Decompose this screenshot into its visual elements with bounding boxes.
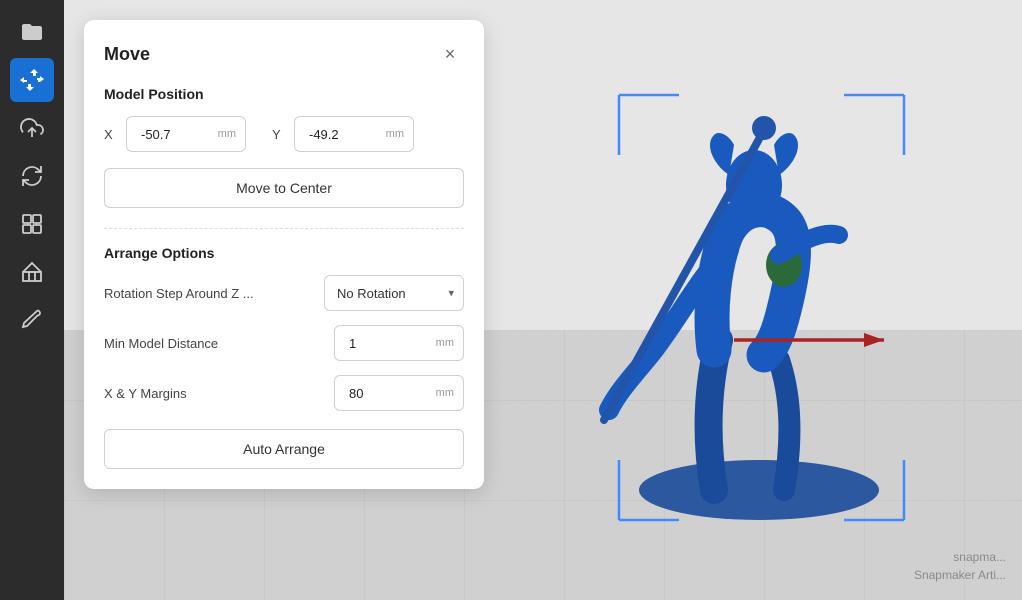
main-content: snapma... Snapmaker Arti... Move × Model… — [64, 0, 1022, 600]
folder-icon — [20, 20, 44, 44]
sidebar-item-house[interactable] — [10, 250, 54, 294]
y-unit: mm — [386, 128, 404, 140]
watermark: snapma... Snapmaker Arti... — [914, 548, 1006, 584]
sidebar-item-move[interactable] — [10, 58, 54, 102]
panel-title: Move — [104, 44, 150, 65]
sidebar-item-folder[interactable] — [10, 10, 54, 54]
position-row: X mm Y mm — [104, 116, 464, 152]
min-distance-label: Min Model Distance — [104, 336, 218, 351]
min-distance-unit: mm — [436, 337, 454, 349]
x-label: X — [104, 127, 116, 142]
house-icon — [20, 260, 44, 284]
panel-header: Move × — [104, 40, 464, 68]
rotation-row: Rotation Step Around Z ... No Rotation 5… — [104, 275, 464, 311]
min-distance-input-wrap: mm — [334, 325, 464, 361]
upload3d-icon — [20, 116, 44, 140]
watermark-line1: snapma... — [914, 548, 1006, 566]
y-input-wrap: mm — [294, 116, 414, 152]
sidebar-item-support[interactable] — [10, 298, 54, 342]
model-position-title: Model Position — [104, 86, 464, 102]
move-to-center-button[interactable]: Move to Center — [104, 168, 464, 208]
move-panel: Move × Model Position X mm Y mm Move to … — [84, 20, 484, 489]
arrange-options-title: Arrange Options — [104, 245, 464, 261]
rotate3d-icon — [20, 164, 44, 188]
sidebar-item-rotate[interactable] — [10, 154, 54, 198]
move-icon — [20, 68, 44, 92]
sidebar-item-upload[interactable] — [10, 106, 54, 150]
watermark-line2: Snapmaker Arti... — [914, 566, 1006, 584]
sidebar-item-slice[interactable] — [10, 202, 54, 246]
xy-margins-label: X & Y Margins — [104, 386, 187, 401]
close-button[interactable]: × — [436, 40, 464, 68]
min-distance-row: Min Model Distance mm — [104, 325, 464, 361]
y-label: Y — [272, 127, 284, 142]
rotation-label: Rotation Step Around Z ... — [104, 286, 254, 301]
x-unit: mm — [218, 128, 236, 140]
divider — [104, 228, 464, 229]
rotation-select-wrap: No Rotation 5° 10° 15° 30° 45° 90° ▾ — [324, 275, 464, 311]
xy-margins-row: X & Y Margins mm — [104, 375, 464, 411]
rotation-select[interactable]: No Rotation 5° 10° 15° 30° 45° 90° — [324, 275, 464, 311]
support-icon — [20, 308, 44, 332]
slice-icon — [20, 212, 44, 236]
x-input-wrap: mm — [126, 116, 246, 152]
auto-arrange-button[interactable]: Auto Arrange — [104, 429, 464, 469]
sidebar — [0, 0, 64, 600]
xy-margins-unit: mm — [436, 387, 454, 399]
xy-margins-input-wrap: mm — [334, 375, 464, 411]
